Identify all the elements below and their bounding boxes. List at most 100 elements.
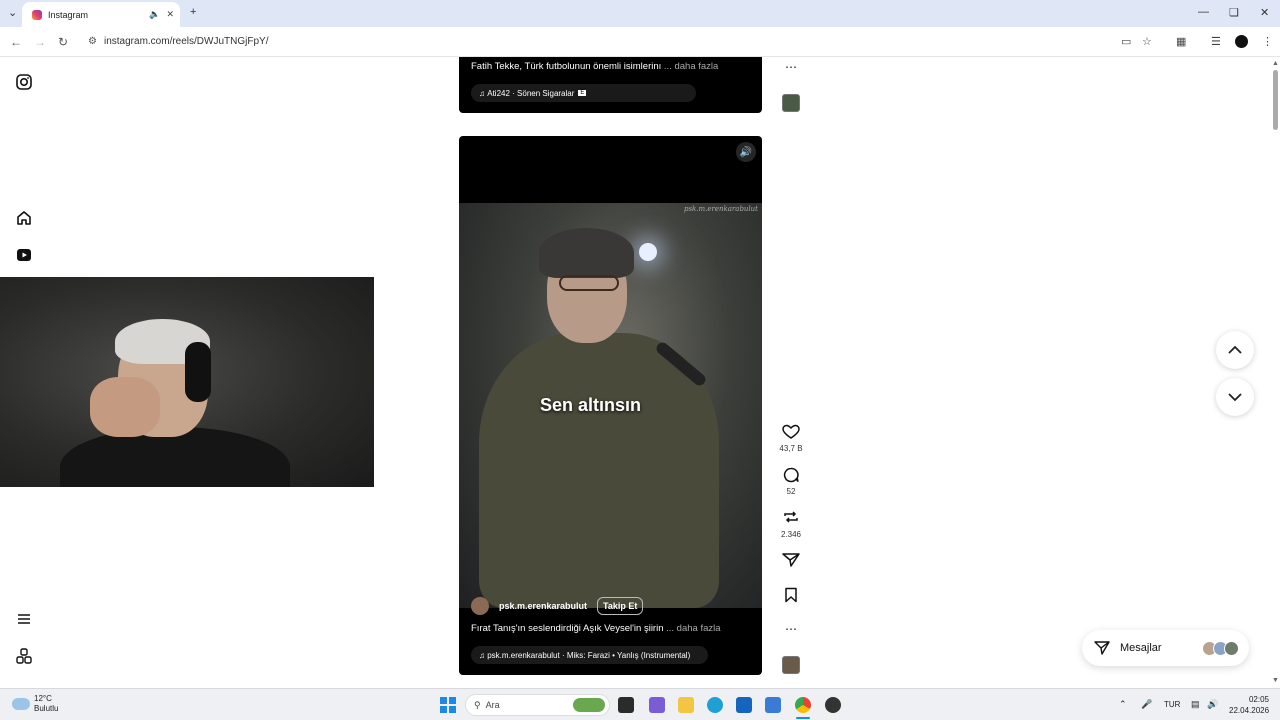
author-avatar[interactable] xyxy=(471,597,489,615)
previous-reel-music[interactable]: ♫ Ati242 · Sönen Sigaralar E xyxy=(471,84,696,102)
more-options-icon[interactable]: ⋯ xyxy=(781,622,801,636)
repost-icon[interactable] xyxy=(781,509,801,525)
input-language[interactable]: TUR xyxy=(1164,700,1180,709)
file-explorer-icon[interactable] xyxy=(678,697,694,713)
menu-dots-icon[interactable]: ⋮ xyxy=(1262,35,1273,48)
audio-playing-icon[interactable]: 🔈 xyxy=(149,9,160,20)
chevron-up-icon xyxy=(1228,345,1242,354)
previous-reel[interactable]: Fatih Tekke, Türk futbolunun önemli isim… xyxy=(459,57,762,113)
previous-reel-audio-thumbnail[interactable] xyxy=(782,94,800,112)
video-person-hair xyxy=(539,228,634,278)
profile-avatar[interactable] xyxy=(1235,35,1248,48)
current-reel[interactable]: 🔊 psk.m.erenkarabulut Sen altınsın psk.m… xyxy=(459,136,762,675)
site-info-icon[interactable]: ⚙ xyxy=(88,36,97,47)
author-username[interactable]: psk.m.erenkarabulut xyxy=(499,601,587,611)
cloud-icon xyxy=(12,698,30,710)
follow-button[interactable]: Takip Et xyxy=(597,597,644,615)
microphone-icon[interactable]: 🎤 xyxy=(1141,699,1152,710)
video-person-glasses xyxy=(559,275,619,291)
terminal-app-icon[interactable] xyxy=(618,697,634,713)
clock-time: 02:05 xyxy=(1248,695,1269,704)
previous-reel-description: Fatih Tekke, Türk futbolunun önemli isim… xyxy=(471,61,719,72)
music-note-icon: ♫ xyxy=(479,88,488,98)
reel-music[interactable]: ♫ psk.m.erenkarabulut · Miks: Farazi • Y… xyxy=(471,646,708,664)
previous-reel-more-options-icon[interactable]: ⋯ xyxy=(781,60,801,74)
media-control-icon[interactable]: ☰ xyxy=(1211,35,1221,48)
next-reel-button[interactable] xyxy=(1216,378,1254,416)
comment-count: 52 xyxy=(786,487,796,496)
system-clock[interactable]: 02:05 22.04.2026 xyxy=(1229,694,1269,716)
reels-icon[interactable] xyxy=(16,247,32,263)
reel-video-frame[interactable]: psk.m.erenkarabulut Sen altınsın xyxy=(459,203,762,608)
tab-instagram[interactable]: Instagram 🔈 ✕ xyxy=(22,2,180,27)
tab-search-icon[interactable]: ⌄ xyxy=(8,6,17,19)
instagram-favicon-icon xyxy=(32,9,42,20)
search-highlight-image xyxy=(573,698,605,712)
network-icon[interactable]: ▤ xyxy=(1191,699,1200,710)
weather-widget[interactable]: 12°C Bulutlu xyxy=(12,694,58,714)
webcam-overlay xyxy=(0,277,374,487)
extensions-icon[interactable]: ▦ xyxy=(1176,35,1186,48)
outlook-app-icon[interactable] xyxy=(765,697,781,713)
reel-audio-thumbnail[interactable] xyxy=(782,656,800,674)
reel-more-link[interactable]: ... daha fazla xyxy=(666,623,720,634)
restore-icon[interactable]: ❏ xyxy=(1229,6,1239,19)
search-icon: ⚲ xyxy=(474,699,486,710)
windows-taskbar: 12°C Bulutlu ⚲ Ara ⌃ 🎤 TUR ▤ 🔊 02:05 22.… xyxy=(0,688,1280,720)
reel-description: Fırat Tanış'ın seslendirdiği Aşık Veysel… xyxy=(471,623,721,634)
tab-title: Instagram xyxy=(48,9,89,20)
like-count: 43,7 B xyxy=(779,444,803,453)
chrome-active-indicator xyxy=(796,717,810,719)
copilot-app-icon[interactable] xyxy=(649,697,665,713)
video-watermark: psk.m.erenkarabulut xyxy=(683,205,758,213)
browser-tab-bar: ⌄ Instagram 🔈 ✕ + — ❏ ✕ xyxy=(0,0,1280,27)
previous-reel-button[interactable] xyxy=(1216,331,1254,369)
install-app-icon[interactable]: ▭ xyxy=(1121,35,1131,48)
like-heart-icon[interactable] xyxy=(781,424,801,440)
music-note-icon: ♫ xyxy=(479,650,488,660)
close-tab-icon[interactable]: ✕ xyxy=(166,9,174,20)
url-field[interactable]: instagram.com/reels/DWJuTNGjFpY/ xyxy=(104,36,268,47)
share-icon[interactable] xyxy=(781,552,801,568)
reload-icon[interactable]: ↻ xyxy=(58,35,68,49)
close-window-icon[interactable]: ✕ xyxy=(1260,6,1269,19)
taskbar-search[interactable]: ⚲ Ara xyxy=(465,694,610,716)
minimize-icon[interactable]: — xyxy=(1198,6,1209,18)
weather-temperature: 12°C xyxy=(34,694,52,703)
also-from-meta-icon[interactable] xyxy=(16,648,32,664)
scroll-up-arrow-icon[interactable]: ▲ xyxy=(1272,60,1279,67)
webcam-person-hand xyxy=(90,377,160,437)
address-bar: ← → ↻ ⚙ instagram.com/reels/DWJuTNGjFpY/… xyxy=(0,27,1280,57)
home-icon[interactable] xyxy=(16,210,32,226)
clock-date: 22.04.2026 xyxy=(1229,706,1270,715)
back-icon[interactable]: ← xyxy=(10,35,22,49)
headphones-shape xyxy=(185,342,211,402)
volume-icon[interactable]: 🔊 xyxy=(1207,699,1218,710)
more-menu-icon[interactable] xyxy=(16,611,32,627)
show-hidden-icons-icon[interactable]: ⌃ xyxy=(1119,699,1127,710)
edge-browser-icon[interactable] xyxy=(707,697,723,713)
messages-label: Mesajlar xyxy=(1120,642,1162,654)
direct-message-icon xyxy=(1094,641,1110,655)
forward-icon[interactable]: → xyxy=(34,35,46,49)
video-caption: Sen altınsın xyxy=(539,395,642,415)
comment-icon[interactable] xyxy=(781,467,801,483)
instagram-logo-icon[interactable] xyxy=(16,74,32,90)
reel-author-row: psk.m.erenkarabulut Takip Et xyxy=(471,597,644,615)
previous-reel-more-link[interactable]: ... daha fazla xyxy=(664,61,718,72)
messages-button[interactable]: Mesajlar xyxy=(1082,630,1249,666)
chrome-app-icon[interactable] xyxy=(795,697,811,713)
store-app-icon[interactable] xyxy=(736,697,752,713)
windows-start-icon[interactable] xyxy=(440,697,456,713)
repost-count: 2.346 xyxy=(780,530,802,539)
message-avatar xyxy=(1224,640,1239,656)
weather-condition: Bulutlu xyxy=(34,704,59,713)
scroll-down-arrow-icon[interactable]: ▼ xyxy=(1272,677,1279,684)
scrollbar-thumb[interactable] xyxy=(1273,70,1278,130)
obs-app-icon[interactable] xyxy=(825,697,841,713)
save-bookmark-icon[interactable] xyxy=(781,587,801,603)
search-placeholder: Ara xyxy=(485,700,500,710)
bookmark-star-icon[interactable]: ☆ xyxy=(1142,35,1152,48)
new-tab-icon[interactable]: + xyxy=(190,6,196,18)
sound-toggle-icon[interactable]: 🔊 xyxy=(736,142,756,162)
